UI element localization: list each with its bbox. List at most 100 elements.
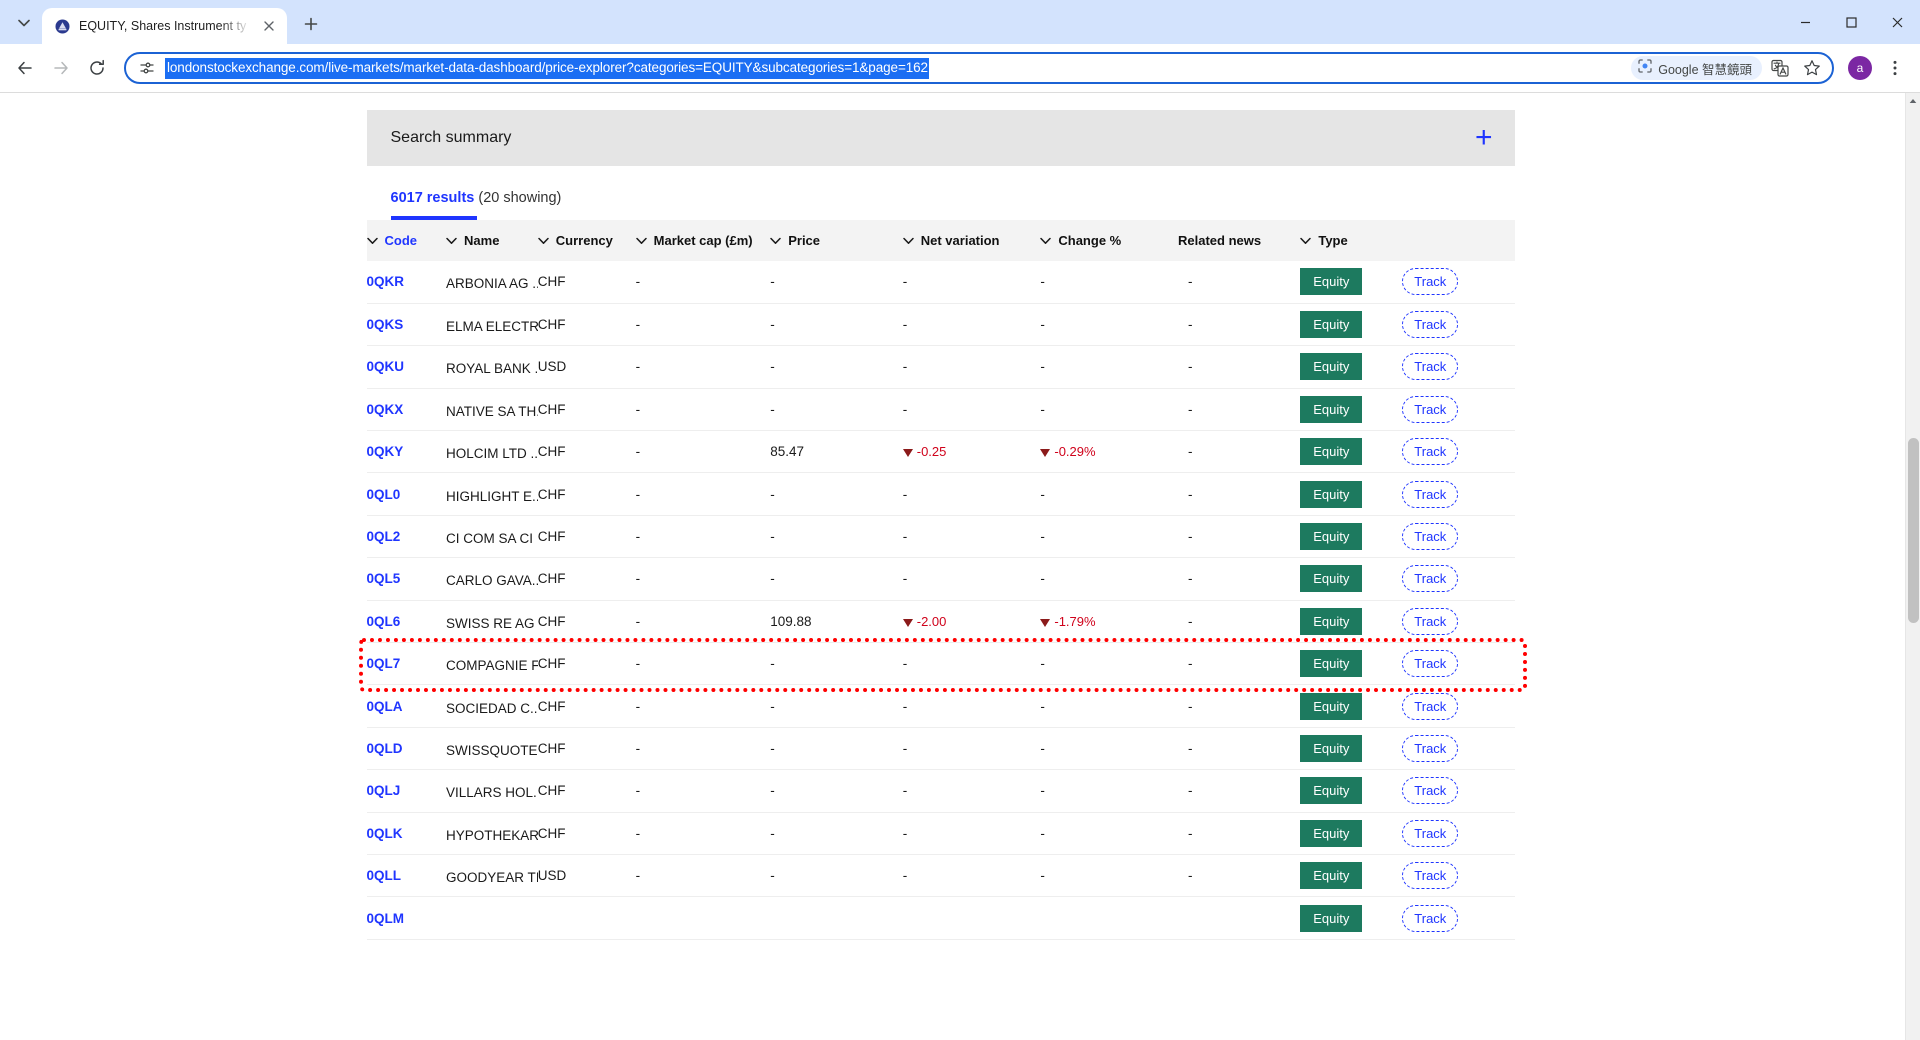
cell-action[interactable]: Track [1402,643,1514,685]
instrument-code-link[interactable]: 0QLL [367,868,402,883]
cell-code[interactable]: 0QL6 [367,600,447,642]
url-text[interactable]: londonstockexchange.com/live-markets/mar… [165,57,929,79]
instrument-code-link[interactable]: 0QKY [367,444,404,459]
instrument-code-link[interactable]: 0QLK [367,826,403,841]
window-close-icon[interactable] [1874,0,1920,44]
browser-tab[interactable]: EQUITY, Shares Instrument ty [42,8,287,44]
chevron-down-icon[interactable] [770,237,781,245]
track-button[interactable]: Track [1402,692,1459,720]
cell-code[interactable]: 0QLA [367,685,447,727]
table-row[interactable]: 0QL2 CI COM SA CI ...CHF - - - - - Equity Track [366,515,1515,558]
table-row[interactable]: 0QLK HYPOTHEKAR...CHF - - - - - Equity Track [366,812,1515,855]
track-button[interactable]: Track [1402,650,1459,678]
chevron-down-icon[interactable] [446,237,457,245]
new-tab-button[interactable] [297,10,325,38]
cell-code[interactable]: 0QKS [367,303,447,345]
table-row[interactable]: 0QKU ROYAL BANK ... USD - - - - - Equity Track [366,346,1515,389]
track-button[interactable]: Track [1402,565,1459,593]
plus-icon[interactable]: + [1475,123,1493,153]
cell-code[interactable]: 0QLD [367,727,447,769]
track-button[interactable]: Track [1402,862,1459,890]
chevron-down-icon[interactable] [635,237,647,245]
cell-action[interactable]: Track [1402,261,1514,303]
track-button[interactable]: Track [1402,819,1459,847]
instrument-code-link[interactable]: 0QKU [367,359,405,374]
track-button[interactable]: Track [1402,311,1459,339]
column-header-price[interactable]: Price [770,220,903,261]
track-button[interactable]: Track [1402,438,1459,466]
cell-action[interactable]: Track [1402,600,1514,642]
table-row[interactable]: 0QL0 HIGHLIGHT E... CHF - - - - - Equity Track [366,473,1515,516]
maximize-icon[interactable] [1828,0,1874,44]
cell-code[interactable]: 0QL5 [367,558,447,600]
instrument-code-link[interactable]: 0QLD [367,741,403,756]
close-icon[interactable] [259,16,279,36]
chevron-down-icon[interactable] [903,237,914,245]
instrument-code-link[interactable]: 0QKX [367,402,404,417]
cell-code[interactable]: 0QLK [367,812,447,854]
track-button[interactable]: Track [1402,480,1459,508]
star-icon[interactable] [1798,54,1826,82]
cell-action[interactable]: Track [1402,303,1514,345]
cell-action[interactable]: Track [1402,685,1514,727]
table-row[interactable]: 0QL6 SWISS RE AG ...CHF - 109.88 -2.00-1.79%… [366,600,1515,643]
column-header-type[interactable]: Type [1300,220,1402,261]
table-row[interactable]: 0QLM Equity Track [366,897,1515,940]
cell-action[interactable]: Track [1402,431,1514,473]
instrument-code-link[interactable]: 0QL0 [367,487,401,502]
instrument-code-link[interactable]: 0QL2 [367,529,401,544]
cell-code[interactable]: 0QLJ [367,770,447,812]
track-button[interactable]: Track [1402,395,1459,423]
three-dot-menu-icon[interactable] [1878,51,1912,85]
minimize-icon[interactable] [1782,0,1828,44]
track-button[interactable]: Track [1402,353,1459,381]
page-scrollbar[interactable] [1905,93,1920,1040]
track-button[interactable]: Track [1402,904,1459,932]
chevron-down-icon[interactable] [1040,237,1052,245]
cell-action[interactable]: Track [1402,473,1514,515]
page-settings-icon[interactable] [136,57,158,79]
cell-code[interactable]: 0QKU [367,346,447,388]
column-header-name[interactable]: Name [446,220,538,261]
chevron-down-icon[interactable] [538,237,549,245]
track-button[interactable]: Track [1402,734,1459,762]
cell-code[interactable]: 0QKX [367,388,447,430]
forward-arrow-icon[interactable] [44,51,78,85]
table-row[interactable]: 0QLA SOCIEDAD C... CHF - - - - - Equity Track [366,685,1515,728]
table-row[interactable]: 0QKS ELMA ELECTR...CHF - - - - - Equity Track [366,303,1515,346]
cell-action[interactable]: Track [1402,770,1514,812]
back-arrow-icon[interactable] [8,51,42,85]
profile-avatar[interactable]: a [1848,56,1872,80]
cell-code[interactable]: 0QKR [367,261,447,303]
google-lens-chip[interactable]: Google 智慧鏡頭 [1631,56,1762,80]
table-row[interactable]: 0QL7 COMPAGNIE F...CHF - - - - - Equity Track [366,643,1515,685]
column-header-market-cap[interactable]: Market cap (£m) [635,220,771,261]
instrument-code-link[interactable]: 0QLA [367,699,403,714]
table-row[interactable]: 0QKR ARBONIA AG ... CHF - - - - - Equity Track [366,261,1515,304]
chevron-down-icon[interactable] [366,237,378,245]
cell-action[interactable]: Track [1402,346,1514,388]
instrument-code-link[interactable]: 0QL7 [367,656,401,671]
instrument-code-link[interactable]: 0QL5 [367,571,401,586]
cell-code[interactable]: 0QL0 [367,473,447,515]
cell-action[interactable]: Track [1402,558,1514,600]
chevron-down-icon[interactable] [1300,237,1312,245]
table-row[interactable]: 0QL5 CARLO GAVA... CHF - - - - - Equity Track [366,558,1515,601]
table-row[interactable]: 0QLL GOODYEAR TI...USD - - - - - Equity Track [366,854,1515,897]
cell-action[interactable]: Track [1402,388,1514,430]
cell-action[interactable]: Track [1402,812,1514,854]
cell-action[interactable]: Track [1402,897,1514,939]
track-button[interactable]: Track [1402,777,1459,805]
instrument-code-link[interactable]: 0QKR [367,274,405,289]
table-row[interactable]: 0QKY HOLCIM LTD ... CHF -85.47 -0.25 -0.29% - E… [366,431,1515,473]
table-row[interactable]: 0QKX NATIVE SA TH... CHF - - - - - Equity Track [366,388,1515,431]
cell-code[interactable]: 0QL7 [367,643,447,685]
search-summary-panel[interactable]: Search summary + [366,110,1515,166]
instrument-code-link[interactable]: 0QLM [367,911,405,926]
reload-icon[interactable] [80,51,114,85]
cell-code[interactable]: 0QLM [367,897,447,939]
instrument-code-link[interactable]: 0QLJ [367,783,401,798]
cell-action[interactable]: Track [1402,727,1514,769]
instrument-code-link[interactable]: 0QL6 [367,614,401,629]
translate-icon[interactable] [1766,54,1794,82]
